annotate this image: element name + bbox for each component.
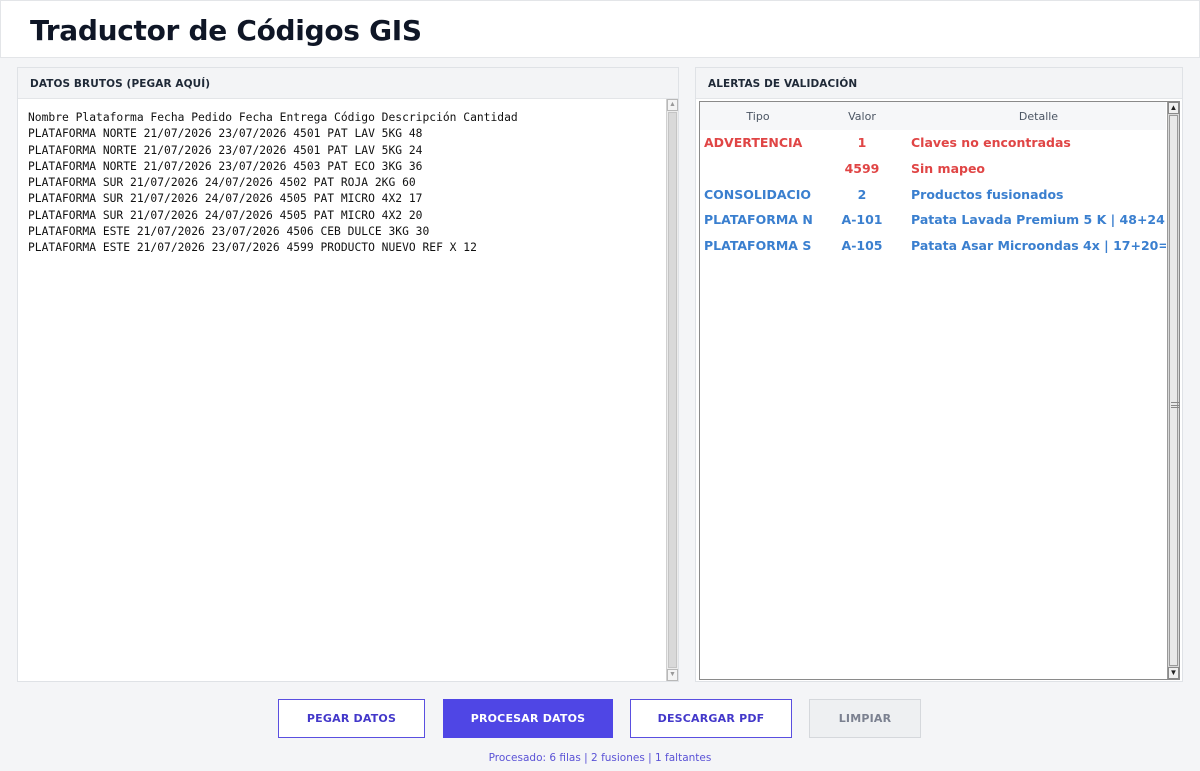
clear-button[interactable]: LIMPIAR	[809, 699, 921, 738]
raw-data-line: PLATAFORMA NORTE 21/07/2026 23/07/2026 4…	[28, 127, 423, 141]
raw-data-panel-header: DATOS BRUTOS (PEGAR AQUÍ)	[18, 68, 678, 99]
alert-valor: A-101	[841, 212, 883, 228]
scroll-down-icon[interactable]: ▼	[1168, 667, 1179, 679]
raw-data-panel-title: DATOS BRUTOS (PEGAR AQUÍ)	[30, 78, 211, 90]
status-text: Procesado: 6 filas | 2 fusiones | 1 falt…	[488, 752, 712, 764]
raw-data-line: PLATAFORMA NORTE 21/07/2026 23/07/2026 4…	[28, 159, 423, 173]
alerts-scrollbar[interactable]: ▲ ▼	[1167, 102, 1180, 679]
raw-data-line: PLATAFORMA ESTE 21/07/2026 23/07/2026 45…	[28, 225, 430, 239]
alert-detalle: Productos fusionados	[911, 186, 1064, 202]
page-title: Traductor de Códigos GIS	[30, 14, 422, 47]
raw-data-panel: DATOS BRUTOS (PEGAR AQUÍ) Nombre Platafo…	[17, 67, 679, 682]
column-header-valor[interactable]: Valor	[818, 110, 906, 123]
table-row[interactable]: PLATAFORMA SUR A-105 Patata Asar Microonda…	[700, 233, 1166, 259]
column-header-tipo[interactable]: Tipo	[704, 110, 812, 123]
alerts-table[interactable]: Tipo Valor Detalle ADVERTENCIA 1 Claves no…	[699, 101, 1180, 680]
alert-valor: 1	[857, 135, 867, 150]
table-row[interactable]: CONSOLIDACION 2 Productos fusionados	[700, 182, 1166, 208]
alert-tipo: PLATAFORMA NORTE	[704, 212, 812, 228]
raw-data-line: Nombre Plataforma Fecha Pedido Fecha Ent…	[28, 111, 518, 124]
raw-data-line: PLATAFORMA ESTE 21/07/2026 23/07/2026 45…	[28, 241, 477, 255]
app-header: Traductor de Códigos GIS	[0, 0, 1200, 58]
alert-valor: 4599	[844, 160, 880, 176]
raw-data-line: PLATAFORMA NORTE 21/07/2026 23/07/2026 4…	[28, 143, 423, 157]
alert-detalle: Sin mapeo	[911, 160, 986, 176]
raw-data-line: PLATAFORMA SUR 21/07/2026 24/07/2026 450…	[28, 176, 416, 190]
alert-tipo: PLATAFORMA SUR	[704, 238, 812, 254]
raw-data-line: PLATAFORMA SUR 21/07/2026 24/07/2026 450…	[28, 208, 423, 222]
alerts-panel: ALERTAS DE VALIDACIÓN Tipo Valor Detalle…	[695, 67, 1183, 682]
raw-data-line: PLATAFORMA SUR 21/07/2026 24/07/2026 450…	[28, 192, 423, 206]
download-pdf-button[interactable]: DESCARGAR PDF	[630, 699, 792, 738]
alert-valor: 2	[857, 186, 867, 202]
alert-tipo: ADVERTENCIA	[704, 135, 803, 150]
table-row[interactable]: 4599 Sin mapeo	[700, 156, 1166, 182]
scroll-thumb[interactable]	[1169, 115, 1180, 666]
raw-data-scrollbar[interactable]: ▲ ▼	[666, 99, 678, 681]
scroll-up-icon[interactable]: ▲	[667, 99, 678, 111]
alert-valor: A-105	[841, 238, 883, 254]
alert-detalle: Patata Lavada Premium 5 K | 48+24=72	[911, 212, 1166, 228]
alerts-table-header: Tipo Valor Detalle	[700, 102, 1166, 130]
grip-icon	[1171, 402, 1180, 408]
alert-detalle: Claves no encontradas	[911, 135, 1071, 150]
process-data-button[interactable]: PROCESAR DATOS	[443, 699, 613, 738]
column-header-detalle[interactable]: Detalle	[911, 110, 1166, 123]
paste-data-button[interactable]: PEGAR DATOS	[278, 699, 425, 738]
alert-tipo: CONSOLIDACION	[704, 186, 812, 202]
alert-detalle: Patata Asar Microondas 4x | 17+20=37	[911, 238, 1166, 254]
table-row[interactable]: ADVERTENCIA 1 Claves no encontradas	[700, 130, 1166, 156]
scroll-down-icon[interactable]: ▼	[667, 669, 678, 681]
table-row[interactable]: PLATAFORMA NORTE A-101 Patata Lavada Premi…	[700, 207, 1166, 233]
scroll-thumb[interactable]	[668, 112, 677, 668]
alerts-panel-title: ALERTAS DE VALIDACIÓN	[708, 78, 858, 90]
raw-data-textarea[interactable]: Nombre Plataforma Fecha Pedido Fecha Ent…	[28, 110, 663, 257]
scroll-up-icon[interactable]: ▲	[1168, 102, 1179, 114]
alerts-panel-header: ALERTAS DE VALIDACIÓN	[696, 68, 1182, 99]
